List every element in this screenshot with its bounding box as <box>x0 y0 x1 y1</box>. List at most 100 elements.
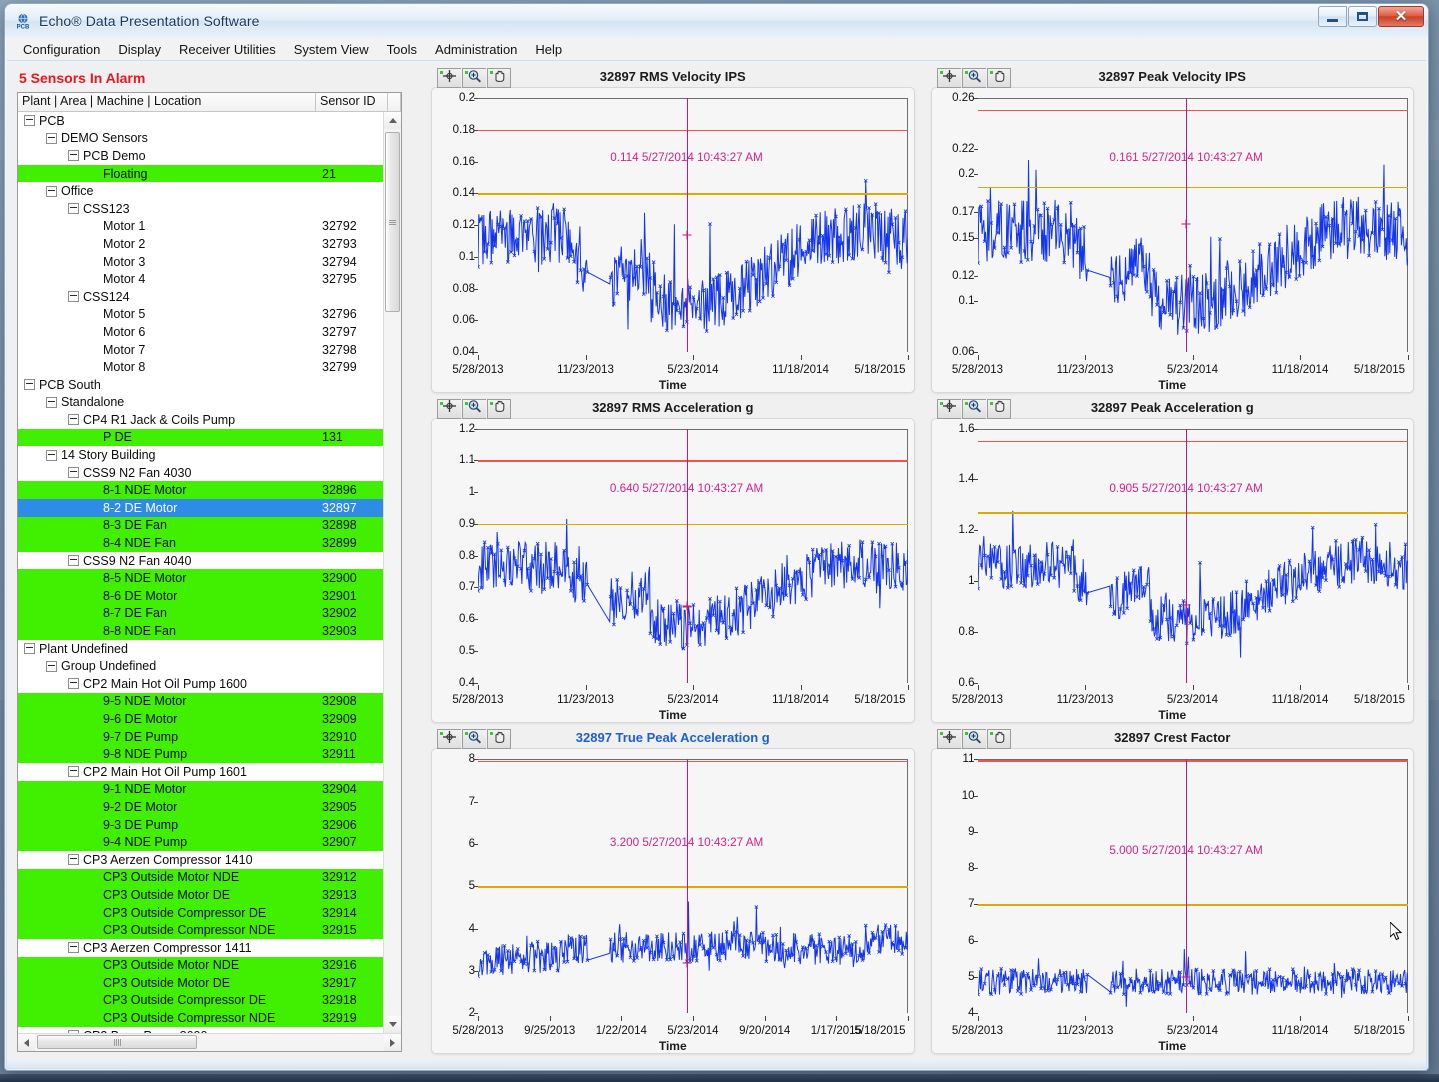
pan-hand-tool[interactable] <box>487 68 511 88</box>
chart-plot-box[interactable]: 87654325/28/20139/25/20131/22/20145/23/2… <box>431 748 915 1054</box>
plot-area[interactable] <box>478 98 908 352</box>
menu-item-receiver-utilities[interactable]: Receiver Utilities <box>170 40 285 59</box>
pan-hand-tool[interactable] <box>487 729 511 749</box>
tree-row[interactable]: Plant Undefined <box>18 640 383 658</box>
crosshair-cursor-tool[interactable] <box>937 729 961 749</box>
crosshair-cursor-tool[interactable] <box>437 68 461 88</box>
plot-area[interactable] <box>978 98 1408 352</box>
tree-expander-icon[interactable] <box>24 379 35 390</box>
time-cursor-line[interactable] <box>687 98 688 352</box>
tree-row[interactable]: Motor 632797 <box>18 323 383 341</box>
tree-expander-icon[interactable] <box>46 133 57 144</box>
chart-plot-box[interactable]: 11109876545/28/201311/23/20135/23/201411… <box>931 748 1415 1054</box>
tree-row[interactable]: CP3 Outside Motor DE32913 <box>18 886 383 904</box>
tree-row[interactable]: 8-4 NDE Fan32899 <box>18 534 383 552</box>
plot-area[interactable] <box>478 759 908 1013</box>
crosshair-cursor-tool[interactable] <box>937 399 961 419</box>
tree-row[interactable]: CP2 Main Hot Oil Pump 1600 <box>18 675 383 693</box>
tree-expander-icon[interactable] <box>24 643 35 654</box>
tree-expander-icon[interactable] <box>46 450 57 461</box>
tree-row[interactable]: 9-7 DE Pump32910 <box>18 728 383 746</box>
tree-horizontal-scrollbar[interactable] <box>18 1033 401 1051</box>
tree-row[interactable]: CSS9 N2 Fan 4030 <box>18 464 383 482</box>
tree-row[interactable]: CP2 Bone Pump 8600 <box>18 1027 383 1033</box>
zoom-tool[interactable] <box>462 399 486 419</box>
tree-vertical-scrollbar[interactable] <box>383 112 401 1033</box>
tree-expander-icon[interactable] <box>46 186 57 197</box>
tree-row[interactable]: Motor 232793 <box>18 235 383 253</box>
tree-row[interactable]: Floating21 <box>18 165 383 183</box>
chart-plot-box[interactable]: 0.260.220.20.170.150.120.10.065/28/20131… <box>931 87 1415 393</box>
time-cursor-line[interactable] <box>687 429 688 683</box>
tree-row[interactable]: Standalone <box>18 394 383 412</box>
pan-hand-tool[interactable] <box>987 729 1011 749</box>
tree-row[interactable]: Office <box>18 182 383 200</box>
tree-row[interactable]: CP3 Outside Motor DE32917 <box>18 974 383 992</box>
tree-row[interactable]: Motor 532796 <box>18 306 383 324</box>
pan-hand-tool[interactable] <box>487 399 511 419</box>
tree-row[interactable]: CP3 Aerzen Compressor 1410 <box>18 851 383 869</box>
chart-plot-box[interactable]: 0.20.180.160.140.120.10.080.060.045/28/2… <box>431 87 915 393</box>
tree-row[interactable]: Group Undefined <box>18 657 383 675</box>
tree-expander-icon[interactable] <box>68 203 79 214</box>
tree-row[interactable]: PCB Demo <box>18 147 383 165</box>
tree-row[interactable]: CP3 Outside Motor NDE32916 <box>18 957 383 975</box>
scroll-up-button[interactable] <box>384 112 401 129</box>
tree-expander-icon[interactable] <box>46 661 57 672</box>
pan-hand-tool[interactable] <box>987 68 1011 88</box>
vscroll-track[interactable] <box>384 129 401 1016</box>
menu-item-display[interactable]: Display <box>109 40 170 59</box>
tree-row[interactable]: CP4 R1 Jack & Coils Pump <box>18 411 383 429</box>
tree-expander-icon[interactable] <box>68 555 79 566</box>
pan-hand-tool[interactable] <box>987 399 1011 419</box>
hscroll-track[interactable] <box>35 1034 384 1051</box>
maximize-button[interactable] <box>1348 6 1377 27</box>
chart-plot-box[interactable]: 1.61.41.210.80.65/28/201311/23/20135/23/… <box>931 418 1415 724</box>
minimize-button[interactable] <box>1318 6 1347 27</box>
menu-item-configuration[interactable]: Configuration <box>14 40 109 59</box>
tree-row[interactable]: CP3 Outside Compressor NDE32919 <box>18 1009 383 1027</box>
scroll-left-button[interactable] <box>18 1034 35 1051</box>
crosshair-cursor-tool[interactable] <box>937 68 961 88</box>
tree-row[interactable]: 8-5 NDE Motor32900 <box>18 569 383 587</box>
tree-row[interactable]: Motor 432795 <box>18 270 383 288</box>
zoom-tool[interactable] <box>462 729 486 749</box>
tree-row[interactable]: CP3 Aerzen Compressor 1411 <box>18 939 383 957</box>
time-cursor-line[interactable] <box>687 759 688 1013</box>
tree-expander-icon[interactable] <box>68 467 79 478</box>
chart-plot-box[interactable]: 1.21.110.90.80.70.60.50.45/28/201311/23/… <box>431 418 915 724</box>
zoom-tool[interactable] <box>962 729 986 749</box>
tree-row[interactable]: CP3 Outside Compressor DE32914 <box>18 904 383 922</box>
tree-row[interactable]: CSS9 N2 Fan 4040 <box>18 552 383 570</box>
crosshair-cursor-tool[interactable] <box>437 399 461 419</box>
tree-row[interactable]: 8-3 DE Fan32898 <box>18 517 383 535</box>
vscroll-thumb[interactable] <box>385 132 400 312</box>
close-button[interactable]: ✕ <box>1378 6 1424 27</box>
tree-row[interactable]: CSS124 <box>18 288 383 306</box>
time-cursor-line[interactable] <box>1186 429 1187 683</box>
menu-item-tools[interactable]: Tools <box>378 40 426 59</box>
tree-row[interactable]: 8-2 DE Motor32897 <box>18 499 383 517</box>
menu-item-help[interactable]: Help <box>526 40 571 59</box>
plot-area[interactable] <box>978 759 1408 1013</box>
tree-row[interactable]: 8-6 DE Motor32901 <box>18 587 383 605</box>
tree-row[interactable]: Motor 832799 <box>18 358 383 376</box>
column-header-location[interactable]: Plant | Area | Machine | Location <box>18 93 316 111</box>
tree-row[interactable]: 9-4 NDE Pump32907 <box>18 833 383 851</box>
tree-row[interactable]: PCB <box>18 112 383 130</box>
tree-row[interactable]: Motor 332794 <box>18 253 383 271</box>
tree-expander-icon[interactable] <box>24 115 35 126</box>
scroll-down-button[interactable] <box>384 1016 401 1033</box>
tree-row[interactable]: CP3 Outside Compressor NDE32915 <box>18 921 383 939</box>
menu-item-system-view[interactable]: System View <box>285 40 378 59</box>
zoom-tool[interactable] <box>962 399 986 419</box>
tree-row[interactable]: CP2 Main Hot Oil Pump 1601 <box>18 763 383 781</box>
tree-expander-icon[interactable] <box>68 942 79 953</box>
tree-expander-icon[interactable] <box>68 1030 79 1033</box>
tree-row[interactable]: 9-1 NDE Motor32904 <box>18 781 383 799</box>
tree-expander-icon[interactable] <box>68 766 79 777</box>
tree-row[interactable]: 9-8 NDE Pump32911 <box>18 745 383 763</box>
scroll-right-button[interactable] <box>384 1034 401 1051</box>
tree-row[interactable]: 9-2 DE Motor32905 <box>18 798 383 816</box>
zoom-tool[interactable] <box>962 68 986 88</box>
